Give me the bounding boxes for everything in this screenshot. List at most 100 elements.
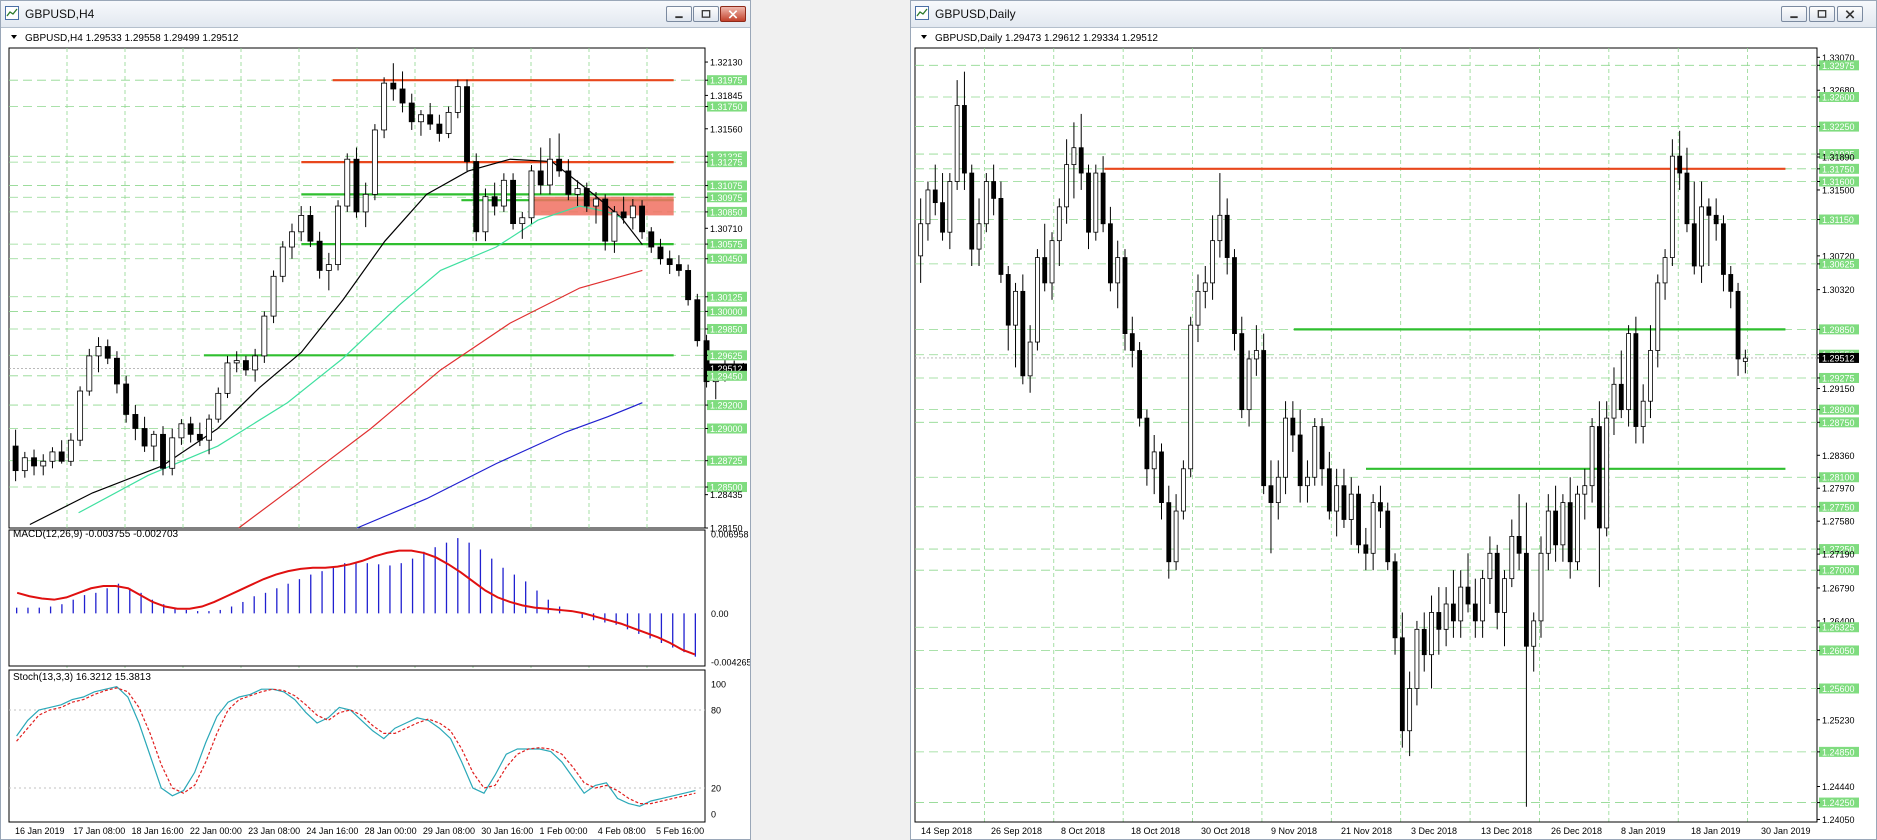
h4-chart-area[interactable]: 0.0069580.00-0.004265 10080200 1.321301.… (1, 28, 750, 839)
candle (1713, 214, 1719, 225)
header-dropdown-icon[interactable] (921, 35, 927, 39)
price-axis-label: 1.29150 (1822, 384, 1855, 394)
candle (602, 198, 609, 242)
maximize-button[interactable] (693, 6, 719, 22)
time-axis-label: 26 Sep 2018 (991, 826, 1042, 836)
candle (1669, 155, 1675, 258)
candle (233, 360, 240, 364)
price-axis-label: 1.31075 (710, 181, 743, 191)
candle (1596, 426, 1602, 529)
h4-title-bar[interactable]: GBPUSD,H4 (1, 1, 750, 28)
stochastic-scale-label: 20 (711, 784, 721, 794)
candle (1056, 206, 1062, 242)
candle (187, 423, 194, 435)
close-icon (1845, 10, 1855, 19)
time-axis-label: 24 Jan 16:00 (306, 826, 358, 836)
candle (215, 392, 222, 420)
candle (1305, 476, 1310, 487)
stochastic-scale-label: 0 (711, 810, 716, 820)
candle (1283, 417, 1288, 478)
price-axis-label: 1.31560 (710, 124, 743, 134)
candle (1509, 535, 1515, 580)
candle (1655, 282, 1661, 351)
candle (1502, 578, 1507, 613)
price-axis-label: 1.29850 (1822, 325, 1855, 335)
price-axis-label: 1.27970 (1822, 484, 1855, 494)
candle (1567, 502, 1573, 563)
daily-chart-window[interactable]: GBPUSD,Daily 1.33070 1.32975 1.32680 1.3260… (910, 0, 1877, 840)
candle (1217, 214, 1223, 242)
candle (21, 457, 28, 472)
price-axis-label: 1.30450 (710, 254, 743, 264)
price-axis-label: 1.31500 (1822, 185, 1855, 195)
candle (1290, 417, 1296, 436)
candle (1202, 282, 1208, 292)
time-axis-label: 8 Oct 2018 (1061, 826, 1105, 836)
minimize-button[interactable] (1781, 6, 1807, 22)
daily-chart-area[interactable]: 1.330701.329751.326801.326001.322501.319… (911, 28, 1876, 839)
macd-pane[interactable] (8, 529, 706, 667)
close-button[interactable] (720, 6, 746, 22)
candle (1538, 552, 1544, 622)
candle (1326, 468, 1332, 512)
time-axis-label: 14 Sep 2018 (921, 826, 972, 836)
candle (932, 189, 938, 204)
candle (1451, 603, 1456, 622)
candle (1480, 578, 1486, 622)
daily-title-bar[interactable]: GBPUSD,Daily (911, 1, 1876, 28)
candle (1086, 172, 1091, 233)
h4-chart-window[interactable]: GBPUSD,H4 0.006958 0.00 -0.004265 100 80 20 0… (0, 0, 751, 840)
price-axis-label: 1.30975 (710, 193, 743, 203)
candle (491, 196, 498, 207)
candle (1494, 552, 1500, 613)
time-axis-label: 30 Jan 16:00 (481, 826, 533, 836)
candle (1319, 426, 1325, 470)
macd-scale-label: 0.00 (711, 609, 729, 619)
stochastic-scale-label: 80 (711, 706, 721, 716)
candle (546, 158, 553, 186)
candle (1363, 544, 1369, 554)
candle (307, 215, 314, 242)
candle (639, 205, 645, 233)
candle (86, 355, 93, 392)
price-axis-label: 1.24050 (1822, 815, 1855, 825)
candle (49, 451, 56, 462)
candle (381, 82, 388, 131)
close-button[interactable] (1837, 6, 1863, 22)
time-axis-label: 16 Jan 2019 (15, 826, 65, 836)
candle (482, 196, 489, 233)
candle (1407, 688, 1413, 732)
candle (1027, 341, 1033, 377)
header-dropdown-icon[interactable] (11, 35, 17, 39)
candle (1472, 603, 1478, 622)
minimize-icon (675, 16, 683, 19)
candle (1662, 257, 1668, 284)
price-axis-label: 1.32250 (1822, 122, 1855, 132)
h4-window-title: GBPUSD,H4 (25, 7, 95, 21)
candle (675, 264, 682, 271)
candle (335, 205, 341, 265)
candle (141, 428, 148, 447)
candle (1436, 612, 1442, 630)
candle (104, 346, 111, 359)
price-axis-label: 1.28435 (710, 490, 743, 500)
time-axis-label: 18 Jan 16:00 (132, 826, 184, 836)
candle (1129, 333, 1135, 351)
stochastic-pane[interactable] (8, 669, 706, 823)
candle (1144, 417, 1150, 470)
candle (976, 223, 982, 250)
time-axis-label: 18 Oct 2018 (1131, 826, 1180, 836)
candle (252, 355, 259, 371)
minimize-button[interactable] (666, 6, 692, 22)
maximize-button[interactable] (1809, 6, 1835, 22)
candle (123, 383, 130, 415)
time-axis-label: 4 Feb 08:00 (598, 826, 646, 836)
candle (31, 457, 37, 467)
candle (510, 179, 517, 225)
candle (325, 264, 332, 271)
candle (1706, 206, 1712, 216)
price-axis-label: 1.29000 (710, 424, 743, 434)
candle (1115, 257, 1121, 284)
price-axis-label: 1.28725 (710, 456, 743, 466)
candle (1151, 451, 1157, 470)
